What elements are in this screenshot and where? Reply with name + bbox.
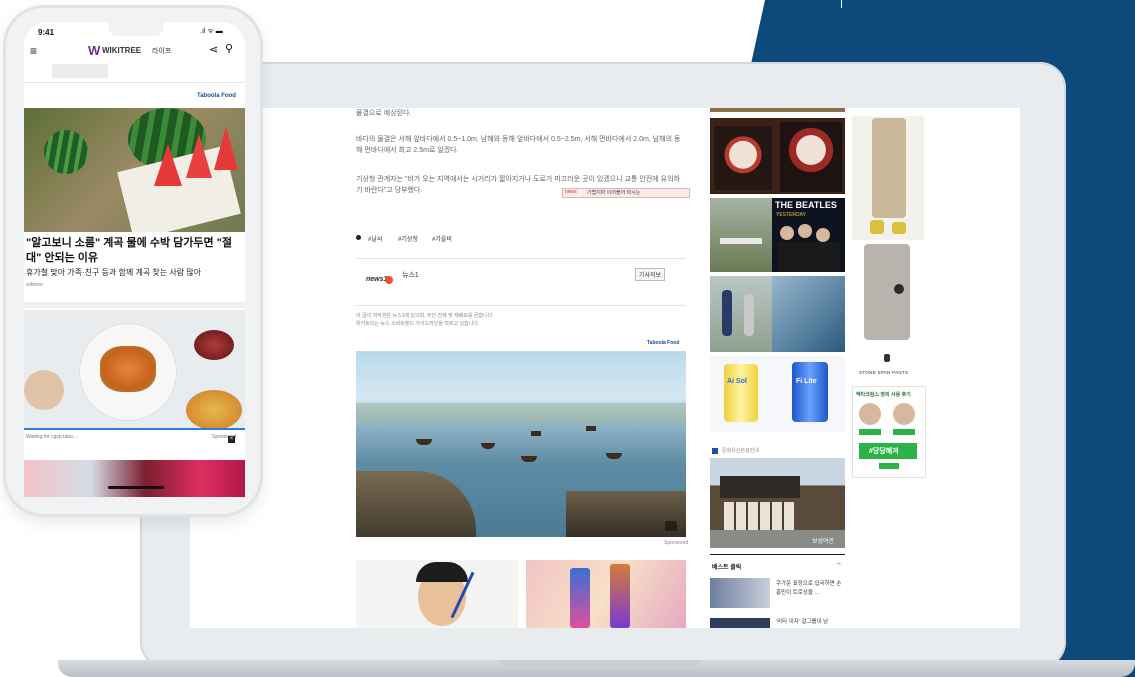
tag-link[interactable]: #기상청 xyxy=(398,234,418,243)
story-source: wikitree xyxy=(26,282,43,288)
sidebar-ad-drinks[interactable]: Ai Sol Fi Lite xyxy=(710,356,845,432)
tour-label: 문화유산관광안내 xyxy=(722,448,759,454)
sound-icon[interactable] xyxy=(665,521,677,531)
home-indicator xyxy=(108,486,164,489)
guideline-notice: 위키트리는 뉴스 소비트렌드 가이드라인을 따르고 있습니다. xyxy=(356,321,480,327)
article-paragraph: 바다의 물결은 서해 앞바다에서 0.5~1.0m, 남해와 동해 앞바다에서 … xyxy=(356,136,681,154)
copyright-notice: 이 글의 저작권은 뉴스1에 있으며, 무단 전재 및 재배포를 금합니다. xyxy=(356,313,494,319)
best-item[interactable]: 쿠가운 표정으로 입국하면 손흥민이 트로상을 ... xyxy=(776,580,846,598)
compass-logo-icon xyxy=(884,354,890,362)
section-divider xyxy=(24,302,245,308)
tour-icon xyxy=(712,448,718,454)
press-logo-mark xyxy=(385,276,393,284)
story-image-food[interactable] xyxy=(24,310,245,430)
ad-pants-top[interactable] xyxy=(852,116,924,240)
header-placeholder xyxy=(52,64,108,78)
brand-name[interactable]: WIKITREE xyxy=(102,46,141,55)
loading-status: Waiting for cgyp.tabo... xyxy=(26,434,77,440)
ad-promo[interactable]: 맥타크림스 영의 사용 후기 #당당해져 xyxy=(852,386,926,478)
beatles-subtitle: YESTERDAY xyxy=(776,212,806,218)
loading-bar xyxy=(24,428,245,430)
can-label: Fi Lite xyxy=(796,378,817,385)
signal-wifi-battery-icon: .ıl ᯤ ▬ xyxy=(200,28,223,35)
sidebar-photo-building[interactable]: 보성여관 xyxy=(710,458,845,548)
best-thumbnail[interactable] xyxy=(710,578,770,608)
sponsored-image[interactable] xyxy=(356,351,686,537)
can-label: Ai Sol xyxy=(727,378,747,385)
status-time: 9:41 xyxy=(38,28,55,37)
photo-caption: 보성여관 xyxy=(812,539,835,545)
divider xyxy=(710,554,845,555)
thumbnail-face[interactable] xyxy=(356,560,518,628)
sidebar-photo-strip[interactable] xyxy=(710,108,845,112)
inline-ad-banner[interactable]: news 가볍지마 이어볼까 마시는 xyxy=(562,188,690,198)
story-headline[interactable]: "알고보니 소름" 계곡 물에 수박 담가두면 "절대" 안되는 이유 xyxy=(26,236,244,266)
laptop-screen: 물결으로 예상된다. 바다의 물결은 서해 앞바다에서 0.5~1.0m, 남해… xyxy=(190,108,1020,628)
beatles-title: THE BEATLES xyxy=(775,200,837,210)
best-item[interactable]: '리타 이자' 걸그룹이 남 xyxy=(776,618,846,627)
phone-notch xyxy=(108,22,164,36)
best-thumbnail[interactable] xyxy=(710,618,770,628)
ad-promo-title: 맥타크림스 영의 사용 후기 xyxy=(856,392,911,398)
press-name[interactable]: 뉴스1 xyxy=(402,270,419,280)
laptop-notch xyxy=(500,660,700,666)
sidebar-photo-beatles[interactable]: THE BEATLES YESTERDAY xyxy=(710,198,845,272)
arrow-right-icon[interactable]: → xyxy=(835,560,842,567)
story-image-next[interactable] xyxy=(24,460,245,497)
article-paragraph: 물결으로 예상된다. xyxy=(356,110,412,117)
story-subtitle: 휴가철 맞아 가족·친구 등과 함께 계곡 찾는 사람 많아 xyxy=(26,268,202,277)
search-icon[interactable]: ⚲ xyxy=(225,42,233,55)
ad-promo-cta[interactable]: #당당해져 xyxy=(869,446,899,456)
ad-brand: STONE SPAN PANTS xyxy=(859,370,909,375)
inline-ad-text: 가볍지마 이어볼까 마시는 xyxy=(587,190,641,196)
ad-pants-bottom[interactable] xyxy=(852,244,924,354)
share-icon[interactable]: ⋖ xyxy=(209,43,218,56)
close-icon[interactable]: × xyxy=(228,436,235,443)
story-image-watermelon[interactable] xyxy=(24,108,245,232)
header-divider xyxy=(24,82,245,83)
phone-screen: 9:41 .ıl ᯤ ▬ ≡ W WIKITREE 라이프 ⋖ ⚲ Tabool… xyxy=(24,22,245,497)
best-title: 베스트 클릭 xyxy=(712,565,742,571)
taboola-label[interactable]: Taboola Food xyxy=(647,340,679,346)
wikitree-logo-icon: W xyxy=(88,43,101,58)
thumbnail-phone[interactable] xyxy=(526,560,686,628)
sidebar-photo-running[interactable] xyxy=(710,276,845,352)
tag-link[interactable]: #날씨 xyxy=(368,234,382,243)
brand-section: 라이프 xyxy=(152,48,172,55)
subscribe-button[interactable]: 기사저보 xyxy=(635,268,666,281)
background-divider xyxy=(841,0,842,8)
sidebar-photo-joker[interactable] xyxy=(710,118,845,194)
tag-link[interactable]: #가을비 xyxy=(432,234,452,243)
menu-icon[interactable]: ≡ xyxy=(30,44,37,58)
press-box xyxy=(356,258,686,306)
taboola-label[interactable]: Taboola Food xyxy=(197,93,236,99)
tag-icon xyxy=(356,235,361,240)
sponsored-label: Sponsored xyxy=(664,540,689,546)
